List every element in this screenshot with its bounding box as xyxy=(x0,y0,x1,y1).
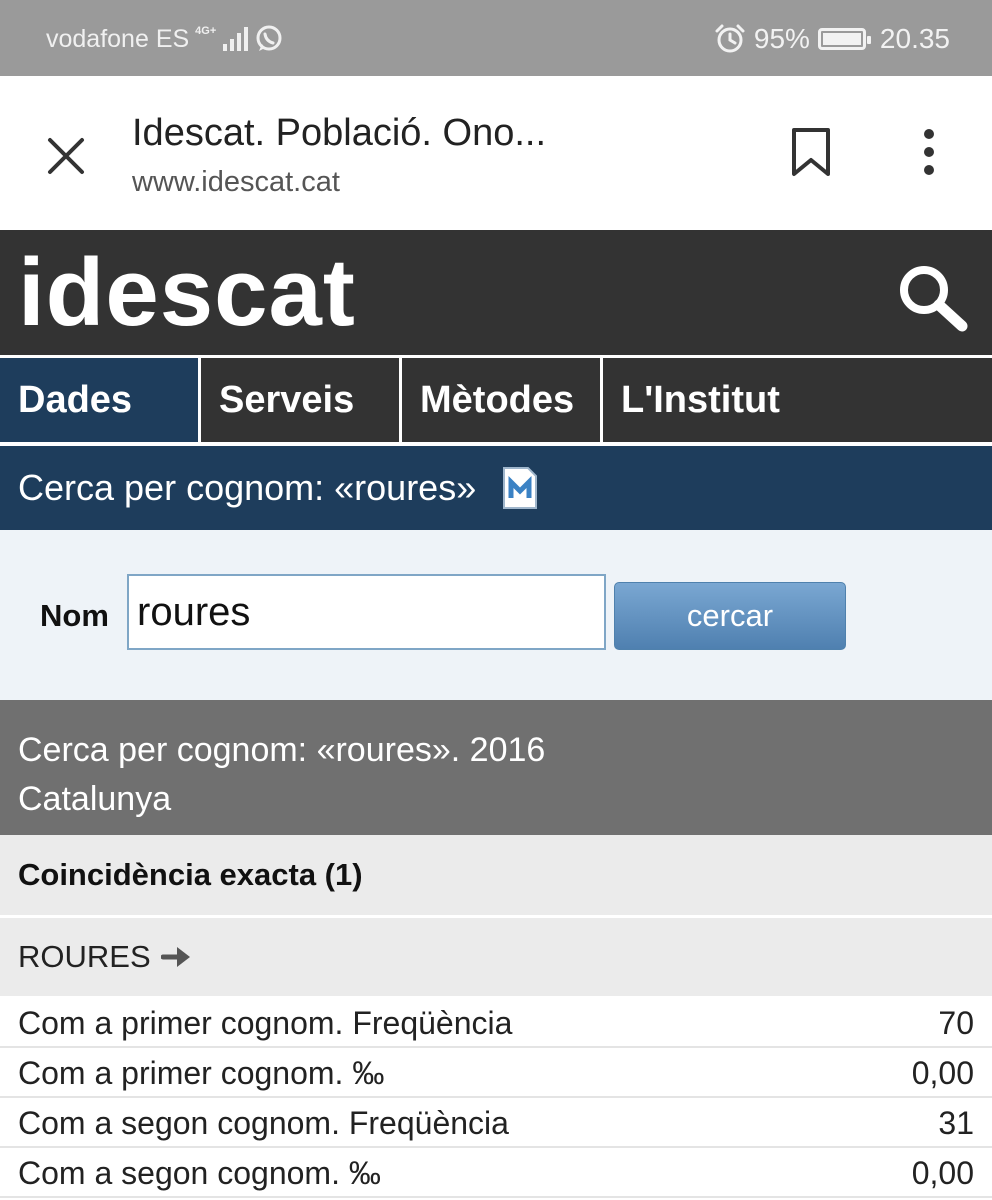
page-url: www.idescat.cat xyxy=(132,166,340,198)
name-label: Nom xyxy=(40,598,109,633)
status-left: vodafone ES 4G+ xyxy=(46,22,284,56)
surname-result-link[interactable]: ROURES xyxy=(0,918,992,996)
network-type: 4G+ xyxy=(195,24,217,37)
row-value: 0,00 xyxy=(911,1055,974,1091)
site-header: idescat xyxy=(0,230,992,355)
main-nav: Dades Serveis Mètodes L'Institut xyxy=(0,355,992,443)
results-title: Cerca per cognom: «roures». 2016 xyxy=(18,731,546,769)
close-icon[interactable] xyxy=(38,128,94,184)
results-table: Com a primer cognom. Freqüència 70 Com a… xyxy=(0,998,992,1198)
tab-linstitut[interactable]: L'Institut xyxy=(603,358,992,442)
row-value: 0,00 xyxy=(911,1155,974,1191)
row-label: Com a segon cognom. ‰ xyxy=(18,1155,381,1191)
match-header: Coincidència exacta (1) xyxy=(0,835,992,915)
tab-dades[interactable]: Dades xyxy=(0,358,198,442)
results-region: Catalunya xyxy=(18,780,172,818)
table-row: Com a primer cognom. Freqüència 70 xyxy=(0,998,992,1048)
row-label: Com a segon cognom. Freqüència xyxy=(18,1105,509,1141)
arrow-right-icon xyxy=(160,947,190,967)
section-title: Cerca per cognom: «roures» xyxy=(18,467,477,508)
status-right: 95% 20.35 xyxy=(714,20,950,58)
surname-name[interactable]: ROURES xyxy=(18,939,151,975)
carrier-name: vodafone ES xyxy=(46,24,190,53)
row-label: Com a primer cognom. Freqüència xyxy=(18,1005,513,1041)
more-options-icon[interactable] xyxy=(904,122,954,182)
section-header: Cerca per cognom: «roures» xyxy=(0,446,992,530)
results-header: Cerca per cognom: «roures». 2016 Catalun… xyxy=(0,700,992,835)
status-bar: vodafone ES 4G+ 95% 20.35 xyxy=(0,0,992,76)
battery-percent: 95% xyxy=(753,23,810,54)
battery-icon xyxy=(817,28,871,50)
alarm-icon xyxy=(715,24,745,53)
bookmark-icon[interactable] xyxy=(786,124,836,180)
table-row: Com a primer cognom. ‰ 0,00 xyxy=(0,1048,992,1098)
search-icon[interactable] xyxy=(892,258,972,338)
search-form: Nom cercar xyxy=(0,530,992,700)
signal-icon xyxy=(223,27,249,51)
clock: 20.35 xyxy=(879,23,950,54)
row-value: 31 xyxy=(938,1105,974,1141)
row-label: Com a primer cognom. ‰ xyxy=(18,1055,385,1091)
tab-metodes[interactable]: Mètodes xyxy=(402,358,600,442)
site-logo[interactable]: idescat xyxy=(18,238,356,348)
row-value: 70 xyxy=(938,1005,974,1041)
search-button[interactable]: cercar xyxy=(614,582,846,650)
whatsapp-icon xyxy=(256,25,282,51)
match-header-label: Coincidència exacta (1) xyxy=(18,857,363,892)
tab-serveis[interactable]: Serveis xyxy=(201,358,399,442)
browser-toolbar: Idescat. Població. Ono... www.idescat.ca… xyxy=(0,76,992,230)
surname-input[interactable] xyxy=(127,574,606,650)
table-row: Com a segon cognom. ‰ 0,00 xyxy=(0,1148,992,1198)
table-row: Com a segon cognom. Freqüència 31 xyxy=(0,1098,992,1148)
page-title: Idescat. Població. Ono... xyxy=(132,112,547,154)
document-icon[interactable] xyxy=(502,466,538,510)
